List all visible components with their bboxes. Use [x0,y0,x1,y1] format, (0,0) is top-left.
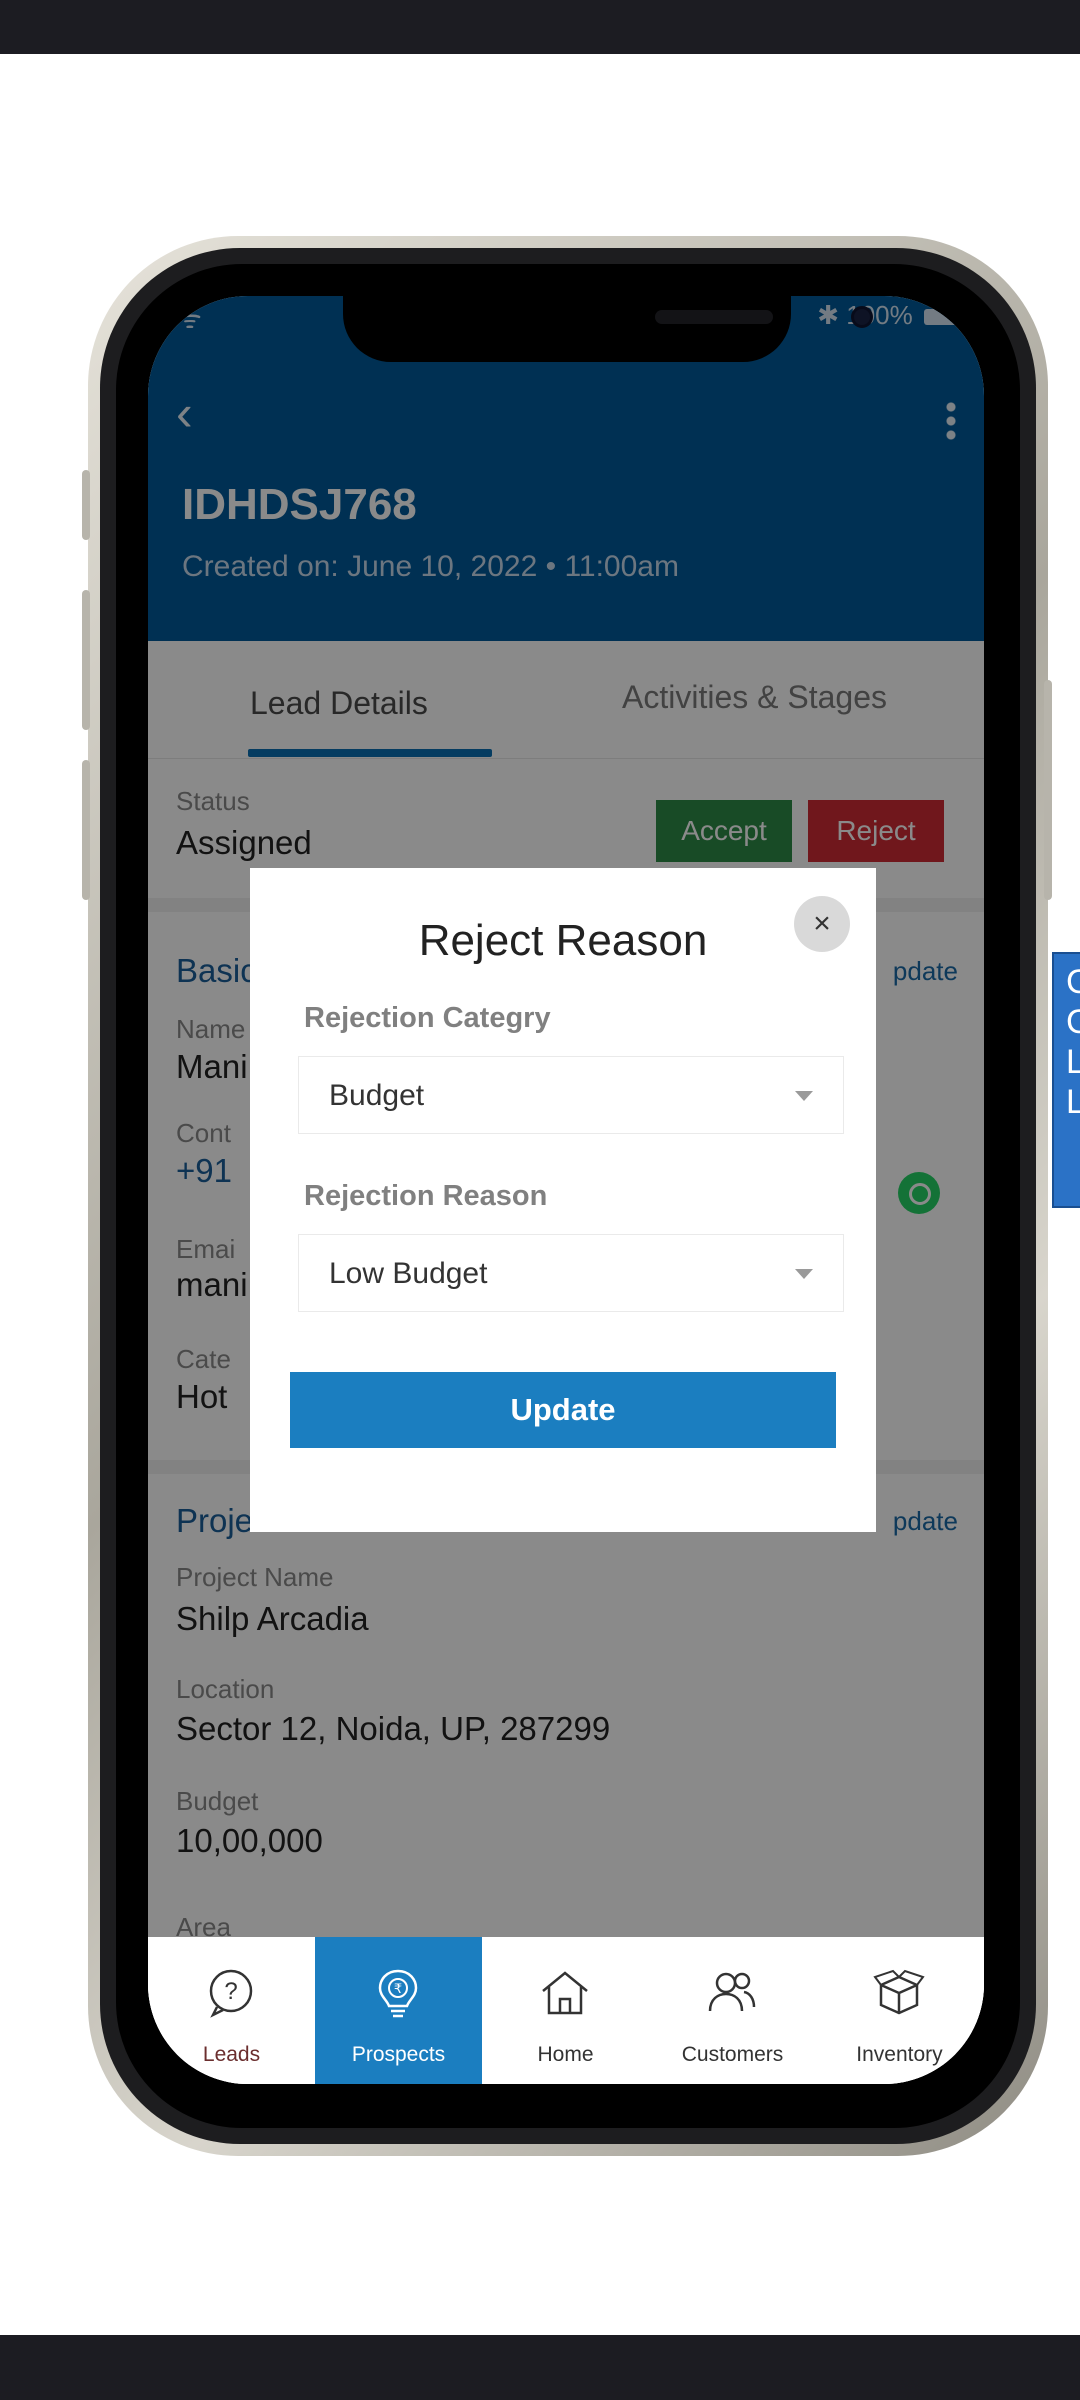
volume-up-button [82,590,90,730]
rejection-reason-value: Low Budget [329,1257,488,1290]
box-icon [873,1969,925,2015]
phone-screen: ᯤ ✱ 100% ‹ IDHDSJ768 Created on: June 10… [148,296,984,2084]
bottom-navigation: ? Leads ₹ Prospects Home Customers Inven… [148,1937,984,2084]
home-icon [542,1971,588,2015]
reject-reason-dialog: Reject Reason × Rejection Categry Budget… [250,868,876,1532]
rejection-category-select[interactable]: Budget [298,1056,844,1134]
svg-text:?: ? [224,1978,237,2005]
users-icon [708,1972,756,2012]
rejection-category-label: Rejection Categry [304,1002,551,1034]
callout-line: L [1066,1043,1080,1081]
callout-line: C [1066,963,1080,1001]
svg-text:₹: ₹ [394,1982,402,1997]
callout-line: C [1066,1003,1080,1041]
top-black-bar [0,0,1080,54]
nav-label-inventory: Inventory [856,2043,943,2066]
chevron-down-icon [795,1091,813,1101]
nav-leads[interactable]: ? Leads [148,1937,315,2084]
mute-switch [82,470,90,540]
volume-down-button [82,760,90,900]
bottom-black-bar [0,2335,1080,2400]
rejection-category-value: Budget [329,1079,425,1112]
nav-label-leads: Leads [202,2043,261,2066]
rejection-reason-select[interactable]: Low Budget [298,1234,844,1312]
nav-label-customers: Customers [681,2043,784,2066]
side-callout-box: C C L L [1052,952,1080,1208]
lightbulb-rupee-icon: ₹ [378,1969,418,2018]
update-button[interactable]: Update [290,1372,836,1448]
power-button [1044,680,1052,900]
nav-label-prospects: Prospects [351,2043,446,2066]
close-icon[interactable]: × [794,896,850,952]
callout-line: L [1066,1083,1080,1121]
rejection-reason-label: Rejection Reason [304,1180,548,1212]
nav-customers[interactable]: Customers [649,1937,816,2084]
nav-label-home: Home [537,2043,594,2066]
nav-inventory[interactable]: Inventory [816,1937,983,2084]
nav-home[interactable]: Home [482,1937,649,2084]
dialog-title: Reject Reason [418,916,708,965]
nav-prospects[interactable]: ₹ Prospects [315,1937,482,2084]
chevron-down-icon [795,1269,813,1279]
question-circle-icon: ? [209,1969,253,2018]
